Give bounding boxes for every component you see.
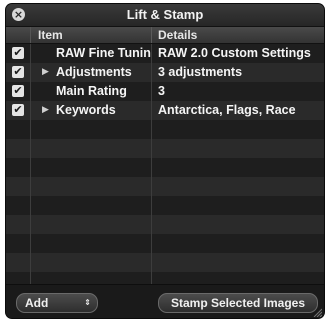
details-cell: 3 adjustments xyxy=(158,65,243,79)
item-cell: Main Rating xyxy=(56,84,127,98)
empty-row xyxy=(6,139,324,158)
empty-row xyxy=(6,120,324,139)
details-cell: 3 xyxy=(158,84,165,98)
disclosure-triangle-icon[interactable]: ▶ xyxy=(42,101,52,120)
empty-row xyxy=(6,158,324,177)
column-divider xyxy=(151,27,152,43)
details-cell: Antarctica, Flags, Race xyxy=(158,103,296,117)
add-popup-label: Add xyxy=(25,296,49,310)
include-checkbox[interactable]: ✔ xyxy=(12,66,24,78)
include-checkbox[interactable]: ✔ xyxy=(12,47,24,59)
item-cell: Keywords xyxy=(56,103,116,117)
column-divider xyxy=(151,44,152,284)
window-title: Lift & Stamp xyxy=(126,7,204,22)
checkbox-column-header xyxy=(6,27,31,43)
disclosure-triangle-icon[interactable]: ▶ xyxy=(42,63,52,82)
column-divider xyxy=(30,44,31,284)
table-row[interactable]: ✔ ▶ Adjustments 3 adjustments xyxy=(6,63,324,82)
lift-stamp-window: × Lift & Stamp Item Details ✔ RAW Fine T… xyxy=(6,4,324,318)
add-popup-button[interactable]: Add ⇕ xyxy=(16,293,98,313)
stamp-selected-images-button[interactable]: Stamp Selected Images xyxy=(158,293,318,313)
table-row[interactable]: ✔ Main Rating 3 xyxy=(6,82,324,101)
empty-row xyxy=(6,215,324,234)
popup-arrows-icon: ⇕ xyxy=(84,298,91,307)
empty-row xyxy=(6,234,324,253)
table-header: Item Details xyxy=(6,27,324,44)
empty-row xyxy=(6,196,324,215)
title-bar: × Lift & Stamp xyxy=(6,4,324,27)
resize-grip-icon[interactable] xyxy=(312,307,322,317)
footer-bar: Add ⇕ Stamp Selected Images xyxy=(6,284,324,318)
column-header-details[interactable]: Details xyxy=(158,27,197,43)
empty-row xyxy=(6,177,324,196)
lift-stamp-table: ✔ RAW Fine Tunin RAW 2.0 Custom Settings… xyxy=(6,44,324,284)
include-checkbox[interactable]: ✔ xyxy=(12,104,24,116)
empty-row xyxy=(6,253,324,272)
item-cell: RAW Fine Tunin xyxy=(56,46,151,60)
details-cell: RAW 2.0 Custom Settings xyxy=(158,46,311,60)
empty-row xyxy=(6,272,324,284)
include-checkbox[interactable]: ✔ xyxy=(12,85,24,97)
item-cell: Adjustments xyxy=(56,65,132,79)
column-header-item[interactable]: Item xyxy=(38,27,63,43)
table-row[interactable]: ✔ RAW Fine Tunin RAW 2.0 Custom Settings xyxy=(6,44,324,63)
table-row[interactable]: ✔ ▶ Keywords Antarctica, Flags, Race xyxy=(6,101,324,120)
